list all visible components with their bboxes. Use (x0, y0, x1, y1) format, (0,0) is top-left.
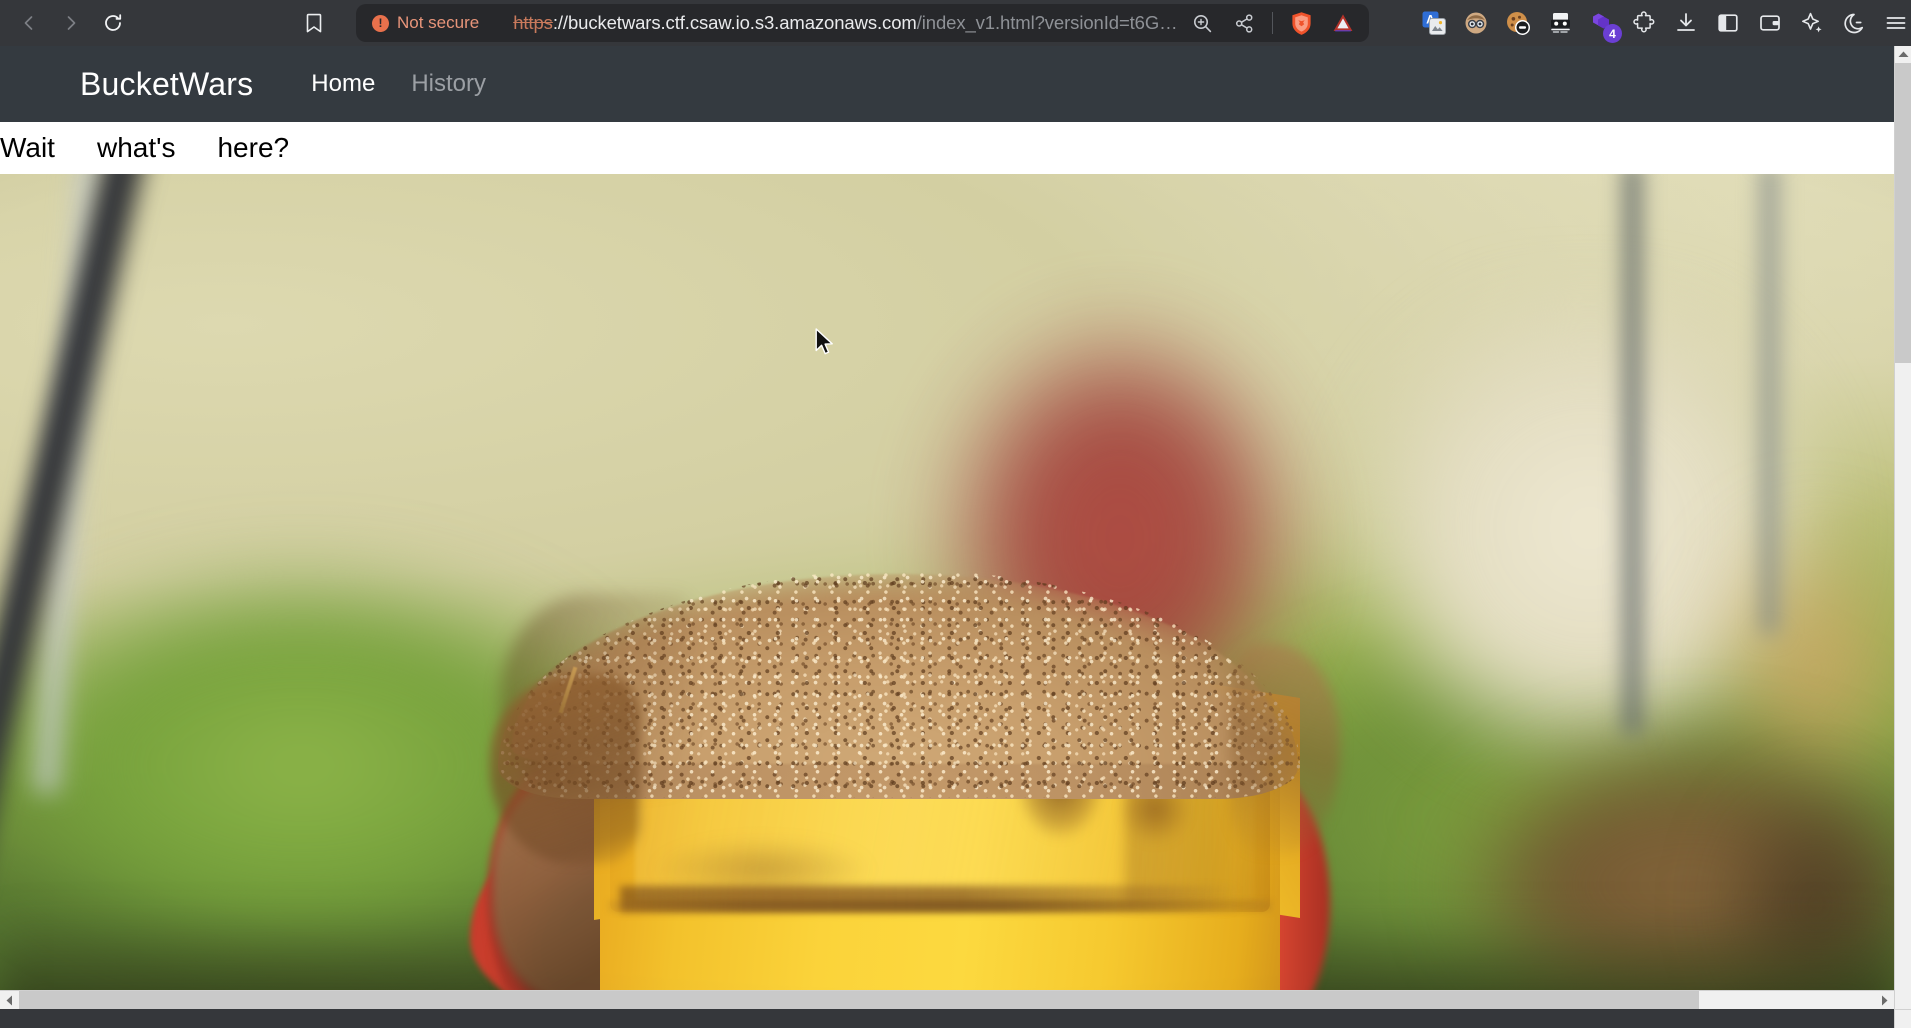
photo-pole-right-a (1618, 174, 1648, 734)
url-separator: :// (553, 12, 568, 33)
photo-pole-right-b (1757, 174, 1783, 634)
security-indicator[interactable]: ! Not secure (372, 13, 479, 33)
scroll-up-arrow[interactable] (1895, 46, 1911, 63)
wallet-icon[interactable] (1753, 6, 1787, 40)
translate-icon[interactable]: A (1417, 6, 1451, 40)
bookmark-button[interactable] (294, 3, 334, 43)
hero-photo (0, 174, 1894, 1009)
content-text-strip: Wait what's here? (0, 122, 1894, 174)
download-icon[interactable] (1669, 6, 1703, 40)
brave-rewards-icon[interactable] (1323, 5, 1363, 41)
browser-extension-toolbar: A (1417, 6, 1911, 40)
horizontal-scrollbar[interactable] (0, 990, 1894, 1009)
reload-button[interactable] (92, 2, 134, 44)
extension-badge-count: 4 (1603, 24, 1622, 43)
sand-spill-right (1230, 644, 1340, 854)
browser-toolbar: ! Not secure https://bucketwars.ctf.csaw… (0, 0, 1911, 46)
extension-badge-icon[interactable]: 4 (1585, 6, 1619, 40)
scrollbar-corner (1894, 1009, 1911, 1028)
content-word-2: what's (97, 132, 176, 164)
horizontal-scroll-thumb[interactable] (19, 991, 1699, 1010)
toolbar-divider (1272, 12, 1273, 34)
hamburger-menu-icon[interactable] (1879, 6, 1911, 40)
nav-link-history[interactable]: History (393, 70, 504, 98)
reader-glasses-icon[interactable] (1459, 6, 1493, 40)
yellow-bucket-seam (608, 900, 1272, 912)
not-secure-icon: ! (372, 15, 389, 32)
url-text[interactable]: https://bucketwars.ctf.csaw.io.s3.amazon… (513, 12, 1182, 34)
site-brand[interactable]: BucketWars (80, 66, 253, 103)
cookie-block-icon[interactable] (1501, 6, 1535, 40)
url-scheme: https (513, 12, 553, 33)
vertical-scrollbar[interactable] (1894, 46, 1911, 1009)
site-nav-links: Home History (293, 70, 504, 98)
vertical-scroll-thumb[interactable] (1895, 63, 1911, 363)
content-word-1: Wait (0, 132, 55, 164)
horizontal-scroll-track[interactable] (19, 991, 1875, 1010)
scroll-left-arrow[interactable] (0, 991, 19, 1010)
sidebar-panel-icon[interactable] (1711, 6, 1745, 40)
brave-shields-icon[interactable] (1281, 5, 1321, 41)
url-bar-actions (1182, 5, 1363, 41)
url-bar[interactable]: ! Not secure https://bucketwars.ctf.csaw… (356, 4, 1369, 42)
back-button[interactable] (8, 2, 50, 44)
url-path: /index_v1.html?versionId=t6G… (917, 12, 1178, 33)
site-navbar: BucketWars Home History (0, 46, 1894, 122)
scroll-right-arrow[interactable] (1875, 991, 1894, 1010)
forward-button[interactable] (50, 2, 92, 44)
nav-link-home[interactable]: Home (293, 70, 393, 98)
share-icon[interactable] (1224, 5, 1264, 41)
leo-icon[interactable] (1837, 6, 1871, 40)
page-viewport: BucketWars Home History Wait what's here… (0, 46, 1894, 1009)
puzzle-icon[interactable] (1627, 6, 1661, 40)
url-host: bucketwars.ctf.csaw.io.s3.amazonaws.com (568, 12, 917, 33)
security-label: Not secure (397, 13, 479, 33)
zoom-icon[interactable] (1182, 5, 1222, 41)
mask-icon[interactable] (1543, 6, 1577, 40)
sparkle-icon[interactable] (1795, 6, 1829, 40)
content-word-3: here? (217, 132, 289, 164)
